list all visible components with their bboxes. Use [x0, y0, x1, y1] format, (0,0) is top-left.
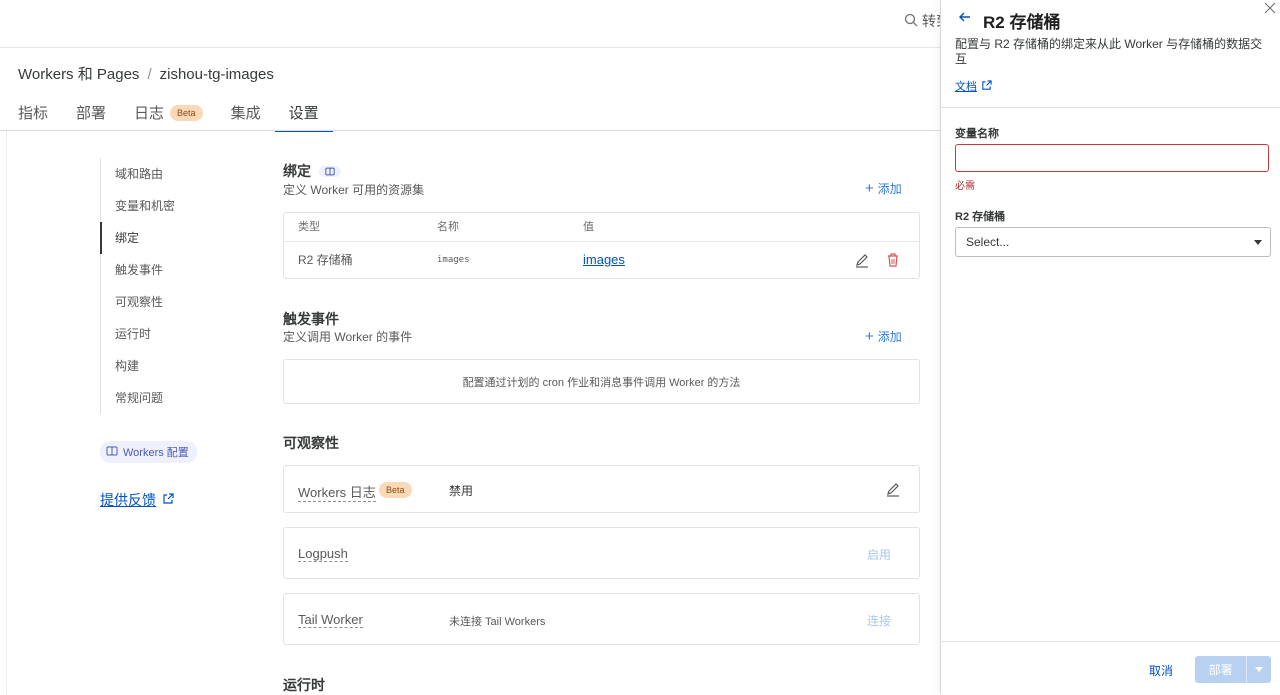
beta-badge: Beta	[170, 105, 203, 121]
docs-icon[interactable]	[319, 165, 341, 177]
tab-integrations[interactable]: 集成	[231, 98, 261, 130]
bindings-title-text: 绑定	[283, 163, 311, 179]
bindings-desc: 定义 Worker 可用的资源集	[283, 183, 425, 197]
binding-type: R2 存储桶	[298, 253, 353, 267]
triggers-empty-state: 配置通过计划的 cron 作业和消息事件调用 Worker 的方法	[283, 359, 920, 404]
required-error: 必需	[955, 181, 975, 192]
logpush-row: Logpush 启用	[283, 527, 920, 579]
sidenav-item-observability[interactable]: 可观察性	[101, 286, 251, 318]
triggers-desc: 定义调用 Worker 的事件	[283, 330, 413, 344]
tail-worker-status: 未连接 Tail Workers	[449, 616, 546, 628]
bindings-table-header: 类型 名称 值	[284, 213, 919, 242]
bucket-select[interactable]: Select...	[955, 227, 1271, 257]
add-trigger-button[interactable]: + 添加	[865, 328, 902, 345]
workers-config-chip[interactable]: Workers 配置	[100, 441, 197, 463]
workers-logs-status: 禁用	[449, 484, 474, 498]
breadcrumb: Workers 和 Pages / zishou-tg-images	[18, 63, 274, 84]
tail-worker-row: Tail Worker 未连接 Tail Workers 连接	[283, 593, 920, 645]
workers-config-label: Workers 配置	[123, 447, 189, 459]
book-icon	[106, 446, 118, 459]
feedback-link[interactable]: 提供反馈	[100, 490, 174, 510]
tail-worker-label[interactable]: Tail Worker	[298, 612, 363, 628]
close-icon[interactable]	[1264, 2, 1276, 17]
enable-logpush-button[interactable]: 启用	[867, 546, 891, 563]
sidenav-item-triggers[interactable]: 触发事件	[101, 254, 251, 286]
left-edge-strip	[0, 131, 7, 694]
col-type: 类型	[298, 221, 320, 233]
triggers-title: 触发事件	[283, 311, 339, 327]
tab-settings[interactable]: 设置	[274, 98, 333, 132]
binding-value-link[interactable]: images	[583, 242, 625, 278]
docs-label: 文档	[955, 81, 977, 93]
panel-desc: 配置与 R2 存储桶的绑定来从此 Worker 与存储桶的数据交互	[955, 37, 1263, 66]
plus-icon: +	[865, 179, 874, 197]
sidenav-item-runtime[interactable]: 运行时	[101, 318, 251, 350]
panel-footer-divider	[941, 641, 1280, 642]
deploy-options-button[interactable]	[1246, 656, 1271, 683]
sidenav-item-domains[interactable]: 域和路由	[101, 158, 251, 190]
deploy-button[interactable]: 部署	[1195, 656, 1246, 683]
tab-settings-label: 设置	[288, 105, 319, 122]
tab-logs-label: 日志	[134, 105, 165, 122]
sidenav-item-build[interactable]: 构建	[101, 350, 251, 382]
observability-title: 可观察性	[283, 435, 339, 451]
external-link-icon	[162, 492, 174, 508]
add-binding-button[interactable]: + 添加	[865, 180, 902, 197]
bucket-select-placeholder: Select...	[966, 235, 1010, 249]
tab-logs[interactable]: 日志 Beta	[134, 98, 203, 130]
breadcrumb-root[interactable]: Workers 和 Pages	[18, 66, 139, 83]
settings-sidenav: 域和路由 变量和机密 绑定 触发事件 可观察性 运行时 构建 常规问题	[100, 158, 251, 414]
binding-name: images	[437, 255, 470, 265]
edit-icon[interactable]	[885, 481, 901, 500]
sidenav-item-variables[interactable]: 变量和机密	[101, 190, 251, 222]
tab-bar: 指标 部署 日志 Beta 集成 设置	[18, 98, 361, 132]
edit-icon[interactable]	[854, 252, 870, 271]
tab-integrations-label: 集成	[230, 105, 261, 122]
bindings-table: 类型 名称 值 R2 存储桶 images images	[283, 212, 920, 279]
col-name: 名称	[437, 221, 459, 233]
bindings-title: 绑定	[283, 161, 341, 181]
search-icon	[904, 13, 918, 30]
delete-icon[interactable]	[886, 252, 900, 271]
docs-link[interactable]: 文档	[955, 78, 992, 94]
tab-metrics[interactable]: 指标	[18, 98, 48, 130]
triggers-empty-text: 配置通过计划的 cron 作业和消息事件调用 Worker 的方法	[462, 376, 741, 389]
beta-badge: Beta	[379, 482, 412, 498]
deploy-button-group: 部署	[1195, 656, 1271, 683]
add-binding-label: 添加	[877, 182, 902, 196]
table-row: R2 存储桶 images images	[284, 242, 919, 278]
breadcrumb-current: zishou-tg-images	[159, 66, 274, 83]
logpush-label[interactable]: Logpush	[298, 546, 348, 562]
cancel-button[interactable]: 取消	[1149, 662, 1173, 679]
add-trigger-label: 添加	[877, 330, 902, 344]
chevron-down-icon	[1254, 239, 1262, 245]
r2-binding-panel: R2 存储桶 配置与 R2 存储桶的绑定来从此 Worker 与存储桶的数据交互…	[940, 0, 1280, 694]
workers-logs-row: Workers 日志 Beta 禁用	[283, 465, 920, 513]
chevron-down-icon	[1255, 667, 1263, 672]
tab-metrics-label: 指标	[18, 105, 49, 122]
sidenav-item-bindings[interactable]: 绑定	[100, 222, 251, 254]
tab-deployments[interactable]: 部署	[76, 98, 106, 130]
sidenav-item-general[interactable]: 常规问题	[101, 382, 251, 414]
runtime-title: 运行时	[283, 677, 325, 693]
global-search[interactable]: 转到	[904, 11, 944, 31]
feedback-label: 提供反馈	[100, 492, 156, 508]
breadcrumb-separator: /	[147, 66, 152, 83]
workers-logs-label[interactable]: Workers 日志	[298, 482, 376, 502]
bucket-label: R2 存储桶	[955, 211, 1006, 223]
plus-icon: +	[865, 327, 874, 345]
back-arrow-icon[interactable]	[958, 10, 972, 27]
tab-deployments-label: 部署	[76, 105, 107, 122]
variable-name-label: 变量名称	[955, 128, 999, 140]
panel-divider	[941, 107, 1280, 108]
variable-name-input[interactable]	[955, 144, 1269, 172]
top-bar	[0, 0, 940, 48]
external-link-icon	[981, 79, 992, 94]
connect-tail-button[interactable]: 连接	[867, 612, 891, 629]
col-value: 值	[583, 221, 594, 233]
panel-title: R2 存储桶	[983, 13, 1061, 32]
tab-divider	[0, 130, 940, 131]
